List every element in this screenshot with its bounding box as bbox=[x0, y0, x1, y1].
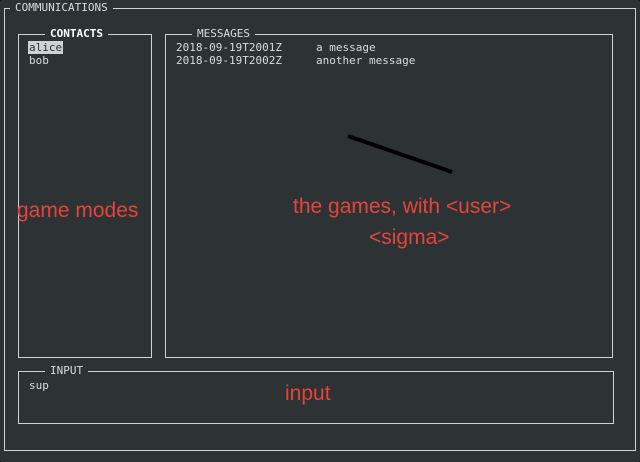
communications-window: COMMUNICATIONS CONTACTS alice bob MESSAG… bbox=[0, 0, 640, 462]
annotation-stroke bbox=[347, 134, 453, 174]
